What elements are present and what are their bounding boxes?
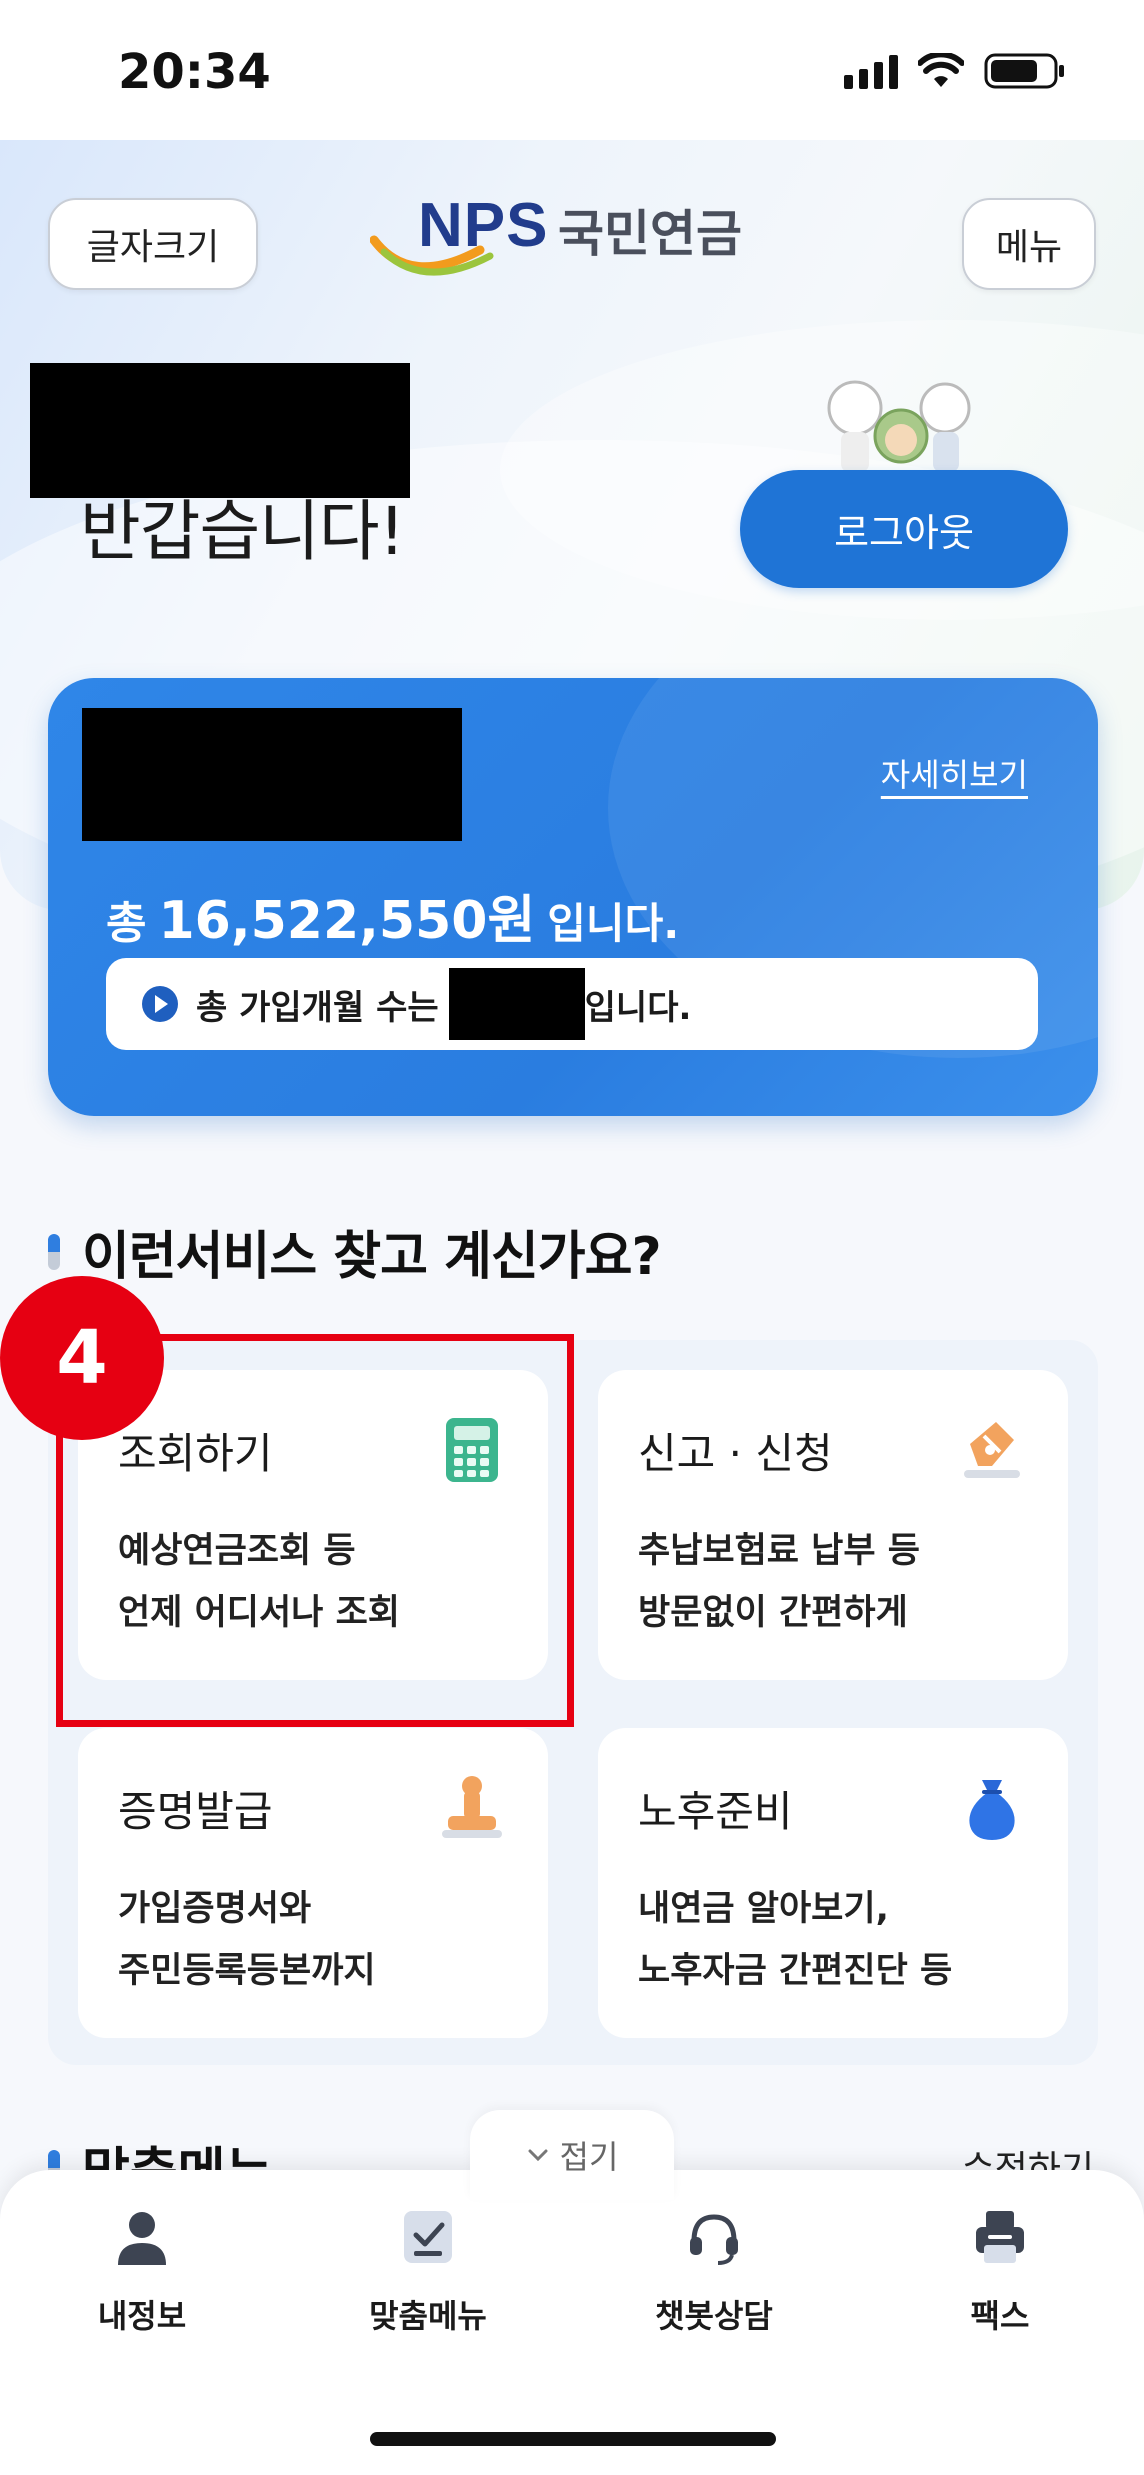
redacted-card-title	[82, 708, 462, 841]
total-amount: 16,522,550원	[158, 891, 536, 951]
cellular-signal-icon	[844, 53, 898, 89]
months-info-pill[interactable]: 총 가입개월 수는 입니다.	[106, 958, 1038, 1050]
bottom-navigation: 내정보 맞춤메뉴 챗봇상담 팩스	[0, 2170, 1144, 2475]
status-time: 20:34	[118, 44, 271, 100]
logo-korean-text: 국민연금	[558, 205, 742, 263]
service-tile-retirement[interactable]: 노후준비 내연금 알아보기, 노후자금 간편진단 등	[598, 1728, 1068, 2038]
logo-text: NPS	[418, 191, 549, 260]
step-badge: 4	[0, 1276, 164, 1440]
status-icons	[844, 52, 1066, 90]
redacted-months	[448, 968, 585, 1040]
nav-label: 챗봇상담	[655, 2297, 773, 2335]
checklist-icon	[404, 2211, 452, 2263]
home-indicator[interactable]	[370, 2432, 776, 2446]
nav-label: 맞춤메뉴	[369, 2297, 487, 2335]
wifi-icon	[918, 53, 964, 87]
tile-title: 증명발급	[118, 1787, 273, 1836]
family-characters-illustration	[827, 380, 971, 472]
tile-description: 내연금 알아보기, 노후자금 간편진단 등	[638, 1878, 952, 2002]
person-icon	[118, 2212, 166, 2265]
months-text: 총 가입개월 수는 입니다.	[196, 968, 691, 1040]
font-size-button[interactable]: 글자크기	[48, 198, 258, 290]
service-tile-report[interactable]: 신고 · 신청 추납보험료 납부 등 방문없이 간편하게	[598, 1370, 1068, 1680]
nps-logo[interactable]: NPS 국민연금	[370, 190, 790, 290]
nav-custom-menu[interactable]: 맞춤메뉴	[318, 2205, 538, 2355]
stamp-icon	[442, 1776, 502, 1838]
nav-label: 내정보	[97, 2297, 187, 2335]
pension-summary-card: 자세히보기 총 16,522,550원 입니다. 총 가입개월 수는 입니다.	[48, 678, 1098, 1116]
tile-description: 가입증명서와 주민등록등본까지	[118, 1878, 376, 2002]
months-suffix: 입니다.	[584, 987, 692, 1028]
title-bar-icon	[48, 1233, 60, 1270]
collapse-label: 접기	[559, 2138, 619, 2176]
service-tile-certificate[interactable]: 증명발급 가입증명서와 주민등록등본까지	[78, 1728, 548, 2038]
tile-description: 추납보험료 납부 등 방문없이 간편하게	[638, 1520, 920, 1644]
greeting-text: 반갑습니다!	[80, 493, 405, 570]
nav-label: 팩스	[970, 2297, 1030, 2335]
pen-nib-icon	[964, 1422, 1020, 1478]
battery-icon	[984, 53, 1064, 89]
play-icon	[142, 986, 178, 1022]
chevron-down-icon	[528, 2149, 548, 2162]
status-bar: 20:34	[0, 0, 1144, 140]
logout-button[interactable]: 로그아웃	[740, 470, 1068, 588]
nav-my-info[interactable]: 내정보	[32, 2205, 252, 2355]
tile-desc-line: 추납보험료 납부 등	[638, 1531, 920, 1571]
headset-icon	[690, 2214, 738, 2265]
money-bag-icon	[969, 1780, 1015, 1840]
collapse-button[interactable]: 접기	[470, 2110, 674, 2200]
total-suffix: 입니다.	[547, 899, 680, 948]
months-prefix: 총 가입개월 수는	[196, 987, 439, 1028]
nav-fax[interactable]: 팩스	[890, 2205, 1110, 2355]
menu-button[interactable]: 메뉴	[962, 198, 1096, 290]
tile-title: 신고 · 신청	[638, 1429, 833, 1478]
detail-link[interactable]: 자세히보기	[881, 750, 1028, 796]
nav-chatbot[interactable]: 챗봇상담	[604, 2205, 824, 2355]
tile-desc-line: 방문없이 간편하게	[638, 1593, 908, 1633]
tile-title: 노후준비	[638, 1787, 793, 1836]
tile-desc-line: 주민등록등본까지	[118, 1951, 376, 1991]
tile-desc-line: 내연금 알아보기,	[638, 1889, 889, 1929]
fax-icon	[976, 2211, 1024, 2263]
services-section-title: 이런서비스 찾고 계신가요?	[48, 1214, 662, 1289]
total-amount-line: 총 16,522,550원 입니다.	[106, 878, 679, 953]
total-prefix: 총	[106, 898, 147, 949]
services-title: 이런서비스 찾고 계신가요?	[82, 1227, 662, 1287]
tile-desc-line: 노후자금 간편진단 등	[638, 1951, 953, 1991]
tile-desc-line: 가입증명서와	[118, 1889, 312, 1929]
